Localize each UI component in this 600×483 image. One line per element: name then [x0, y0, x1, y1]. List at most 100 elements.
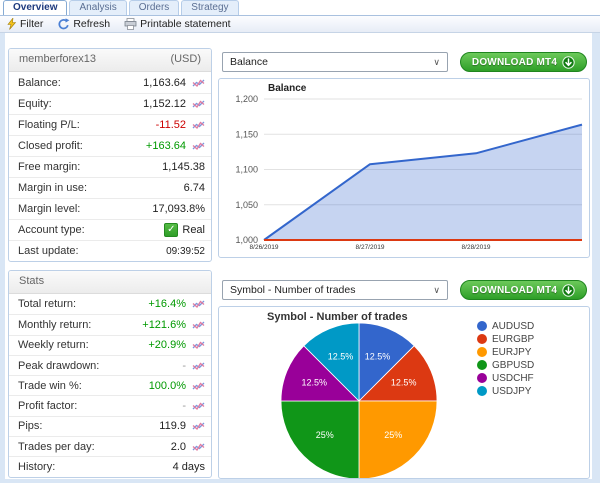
- row-label: Balance:: [18, 77, 143, 89]
- row-value: Real: [182, 224, 205, 236]
- mini-chart-icon[interactable]: [192, 401, 205, 411]
- account-rows: Balance:1,163.64Equity:1,152.12Floating …: [9, 72, 211, 261]
- row-value: +121.6%: [142, 319, 186, 331]
- open-chart-button[interactable]: [190, 442, 205, 452]
- printer-icon: [124, 18, 137, 30]
- printable-statement-button[interactable]: Printable statement: [124, 18, 230, 30]
- open-chart-button[interactable]: [190, 340, 205, 350]
- breakdown-select[interactable]: Symbol - Number of trades ∨: [222, 280, 448, 300]
- download-mt4-button-top[interactable]: DOWNLOAD MT4: [460, 52, 587, 72]
- mini-chart-icon[interactable]: [192, 421, 205, 431]
- row-value: 09:39:52: [166, 246, 205, 257]
- legend-item: USDCHF: [477, 373, 534, 383]
- legend-color-dot-icon: [477, 334, 487, 344]
- stats-row: History:4 days: [9, 456, 211, 476]
- tab-strategy[interactable]: Strategy: [181, 0, 238, 15]
- account-row: Floating P/L:-11.52: [9, 114, 211, 135]
- refresh-button[interactable]: Refresh: [57, 18, 110, 31]
- open-chart-button[interactable]: [190, 141, 205, 151]
- row-label: Margin in use:: [18, 182, 184, 194]
- row-label: Pips:: [18, 420, 159, 432]
- symbol-pie-chart: 12.5%12.5%25%25%12.5%12.5%: [219, 307, 469, 479]
- account-row: Last update:09:39:52: [9, 240, 211, 261]
- row-label: Trades per day:: [18, 441, 171, 453]
- download-mt4-button-bottom[interactable]: DOWNLOAD MT4: [460, 280, 587, 300]
- mini-chart-icon[interactable]: [192, 120, 205, 130]
- account-row: Margin level:17,093.8%: [9, 198, 211, 219]
- stats-row: Profit factor:-: [9, 395, 211, 415]
- tab-overview[interactable]: Overview: [3, 0, 67, 15]
- row-label: Peak drawdown:: [18, 360, 182, 372]
- mini-chart-icon[interactable]: [192, 320, 205, 330]
- svg-text:12.5%: 12.5%: [302, 378, 328, 388]
- row-value: +163.64: [146, 140, 186, 152]
- filter-label: Filter: [20, 18, 43, 30]
- open-chart-button[interactable]: [190, 361, 205, 371]
- open-chart-button[interactable]: [190, 320, 205, 330]
- account-row: Account type:✓ Real: [9, 219, 211, 240]
- real-account-check-icon: ✓: [164, 223, 178, 237]
- open-chart-button[interactable]: [190, 381, 205, 391]
- mini-chart-icon[interactable]: [192, 299, 205, 309]
- legend-color-dot-icon: [477, 360, 487, 370]
- legend-color-dot-icon: [477, 373, 487, 383]
- row-value: -11.52: [156, 119, 186, 131]
- stats-row: Peak drawdown:-: [9, 355, 211, 375]
- row-label: Closed profit:: [18, 140, 146, 152]
- svg-text:Balance: Balance: [268, 83, 307, 94]
- row-value: 2.0: [171, 441, 186, 453]
- stats-row: Pips:119.9: [9, 416, 211, 436]
- download-arrow-icon: [562, 56, 575, 69]
- row-label: Account type:: [18, 224, 164, 236]
- filter-button[interactable]: Filter: [6, 18, 43, 30]
- mini-chart-icon[interactable]: [192, 381, 205, 391]
- breakdown-select-value: Symbol - Number of trades: [230, 284, 355, 296]
- legend-item: EURJPY: [477, 347, 534, 357]
- open-chart-button[interactable]: [190, 299, 205, 309]
- svg-text:8/26/2019: 8/26/2019: [250, 244, 279, 251]
- legend-label: EURJPY: [492, 347, 531, 358]
- row-value: 17,093.8%: [152, 203, 205, 215]
- lightning-filter-icon: [6, 18, 17, 30]
- tab-analysis[interactable]: Analysis: [69, 0, 126, 15]
- row-value: -: [182, 400, 186, 412]
- open-chart-button[interactable]: [190, 99, 205, 109]
- mini-chart-icon[interactable]: [192, 340, 205, 350]
- svg-text:1,200: 1,200: [235, 94, 258, 104]
- mini-chart-icon[interactable]: [192, 99, 205, 109]
- toolbar: Filter Refresh Printable statement: [0, 15, 600, 33]
- account-row: Balance:1,163.64: [9, 72, 211, 93]
- row-label: Free margin:: [18, 161, 162, 173]
- chevron-down-icon: ∨: [433, 57, 440, 68]
- row-value: 1,163.64: [143, 77, 186, 89]
- mini-chart-icon[interactable]: [192, 78, 205, 88]
- svg-text:12.5%: 12.5%: [328, 351, 354, 361]
- open-chart-button[interactable]: [190, 421, 205, 431]
- stats-rows: Total return:+16.4%Monthly return:+121.6…: [9, 294, 211, 477]
- download-mt4-label: DOWNLOAD MT4: [472, 285, 557, 296]
- svg-text:12.5%: 12.5%: [365, 351, 391, 361]
- pie-legend: AUDUSDEURGBPEURJPYGBPUSDUSDCHFUSDJPY: [477, 321, 534, 396]
- row-label: History:: [18, 461, 173, 473]
- stats-title: Stats: [19, 271, 44, 293]
- download-arrow-icon: [562, 284, 575, 297]
- balance-chart-panel: 1,0001,0501,1001,1501,2008/26/20198/27/2…: [218, 78, 590, 258]
- mini-chart-icon[interactable]: [192, 442, 205, 452]
- mini-chart-icon[interactable]: [192, 361, 205, 371]
- open-chart-button[interactable]: [190, 120, 205, 130]
- open-chart-button[interactable]: [190, 78, 205, 88]
- mini-chart-icon[interactable]: [192, 141, 205, 151]
- row-value: 4 days: [173, 461, 205, 473]
- legend-label: USDJPY: [492, 386, 531, 397]
- balance-area-chart: 1,0001,0501,1001,1501,2008/26/20198/27/2…: [220, 80, 588, 256]
- legend-item: AUDUSD: [477, 321, 534, 331]
- legend-label: EURGBP: [492, 334, 534, 345]
- open-chart-button[interactable]: [190, 401, 205, 411]
- account-name: memberforex13: [19, 49, 96, 71]
- chart-type-select[interactable]: Balance ∨: [222, 52, 448, 72]
- row-value: -: [182, 360, 186, 372]
- account-currency: (USD): [170, 49, 201, 71]
- row-value: 100.0%: [149, 380, 186, 392]
- tab-orders[interactable]: Orders: [129, 0, 180, 15]
- legend-color-dot-icon: [477, 386, 487, 396]
